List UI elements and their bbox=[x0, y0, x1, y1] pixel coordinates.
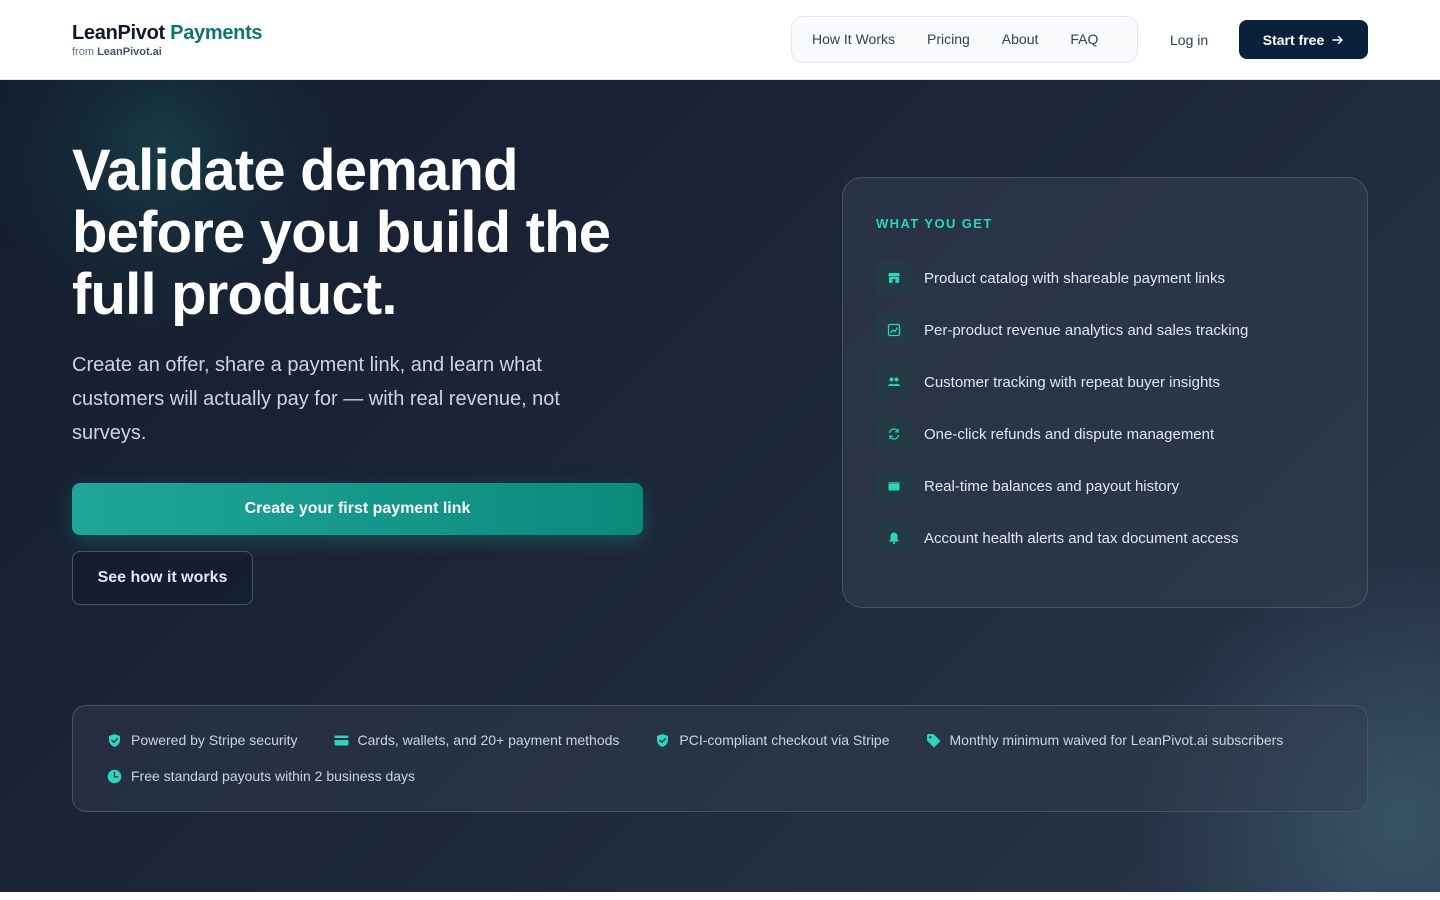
nav-about[interactable]: About bbox=[986, 16, 1055, 63]
brand-from: from bbox=[72, 46, 94, 58]
trust-item: PCI-compliant checkout via Stripe bbox=[655, 730, 890, 750]
refresh-icon bbox=[876, 416, 912, 452]
bell-icon bbox=[876, 520, 912, 556]
main-nav: How It Works Pricing About FAQ bbox=[791, 16, 1138, 63]
card-label: WHAT YOU GET bbox=[876, 216, 993, 231]
feature-text: Product catalog with shareable payment l… bbox=[924, 269, 1225, 287]
feature-item: Product catalog with shareable payment l… bbox=[876, 260, 1336, 296]
feature-text: Account health alerts and tax document a… bbox=[924, 529, 1239, 547]
tag-icon bbox=[926, 733, 940, 747]
clock-icon bbox=[107, 769, 122, 783]
chart-icon bbox=[876, 312, 912, 348]
feature-list: Product catalog with shareable payment l… bbox=[876, 260, 1336, 572]
start-free-label: Start free bbox=[1262, 31, 1325, 48]
shield-check-icon bbox=[657, 733, 669, 747]
what-you-get-card: WHAT YOU GET Product catalog with sharea… bbox=[842, 177, 1368, 608]
trust-text: PCI-compliant checkout via Stripe bbox=[679, 732, 890, 748]
feature-text: Real-time balances and payout history bbox=[924, 477, 1180, 495]
trust-row: Free standard payouts within 2 business … bbox=[107, 766, 451, 786]
feature-item: Real-time balances and payout history bbox=[876, 468, 1336, 504]
hero-subcopy: Create an offer, share a payment link, a… bbox=[72, 354, 560, 444]
nav-faq[interactable]: FAQ bbox=[1054, 16, 1114, 63]
feature-text: Customer tracking with repeat buyer insi… bbox=[924, 373, 1220, 391]
feature-item: One-click refunds and dispute management bbox=[876, 416, 1336, 452]
feature-item: Per-product revenue analytics and sales … bbox=[876, 312, 1336, 348]
feature-item: Account health alerts and tax document a… bbox=[876, 520, 1336, 556]
hero-section: Validate demand before you build the ful… bbox=[0, 80, 1440, 892]
trust-row: Powered by Stripe security Cards, wallet… bbox=[107, 730, 1319, 750]
site-header: LeanPivot Payments from LeanPivot.ai How… bbox=[0, 0, 1440, 80]
trust-text: Cards, wallets, and 20+ payment methods bbox=[357, 732, 620, 748]
brand-name: LeanPivot Payments bbox=[72, 21, 263, 45]
trust-bar: Powered by Stripe security Cards, wallet… bbox=[72, 705, 1368, 812]
trust-text: Monthly minimum waived for LeanPivot.ai … bbox=[949, 732, 1284, 748]
credit-card-icon bbox=[334, 735, 349, 745]
brand-parent: LeanPivot.ai bbox=[97, 46, 162, 58]
brand-primary: LeanPivot bbox=[72, 22, 165, 44]
trust-item: Free standard payouts within 2 business … bbox=[107, 766, 415, 786]
trust-item: Powered by Stripe security bbox=[107, 730, 298, 750]
trust-item: Monthly minimum waived for LeanPivot.ai … bbox=[926, 730, 1284, 750]
start-free-button[interactable]: Start free bbox=[1239, 20, 1368, 59]
brand-logo[interactable]: LeanPivot Payments from LeanPivot.ai bbox=[72, 21, 263, 59]
wallet-icon bbox=[876, 468, 912, 504]
feature-text: Per-product revenue analytics and sales … bbox=[924, 321, 1249, 339]
nav-pricing[interactable]: Pricing bbox=[911, 16, 986, 63]
nav-how-it-works[interactable]: How It Works bbox=[796, 16, 911, 63]
see-how-it-works-button[interactable]: See how it works bbox=[72, 551, 253, 605]
login-link[interactable]: Log in bbox=[1170, 28, 1208, 52]
trust-text: Powered by Stripe security bbox=[131, 732, 298, 748]
create-payment-link-button[interactable]: Create your first payment link bbox=[72, 483, 643, 535]
trust-text: Free standard payouts within 2 business … bbox=[131, 768, 416, 784]
brand-subline: from LeanPivot.ai bbox=[72, 45, 262, 59]
users-icon bbox=[876, 364, 912, 400]
brand-accent: Payments bbox=[170, 22, 263, 44]
hero-headline: Validate demand before you build the ful… bbox=[72, 138, 611, 327]
feature-text: One-click refunds and dispute management bbox=[924, 425, 1215, 443]
arrow-right-icon bbox=[1332, 35, 1343, 44]
feature-item: Customer tracking with repeat buyer insi… bbox=[876, 364, 1336, 400]
shield-check-icon bbox=[109, 733, 120, 747]
store-icon bbox=[876, 260, 912, 296]
trust-item: Cards, wallets, and 20+ payment methods bbox=[334, 730, 620, 750]
